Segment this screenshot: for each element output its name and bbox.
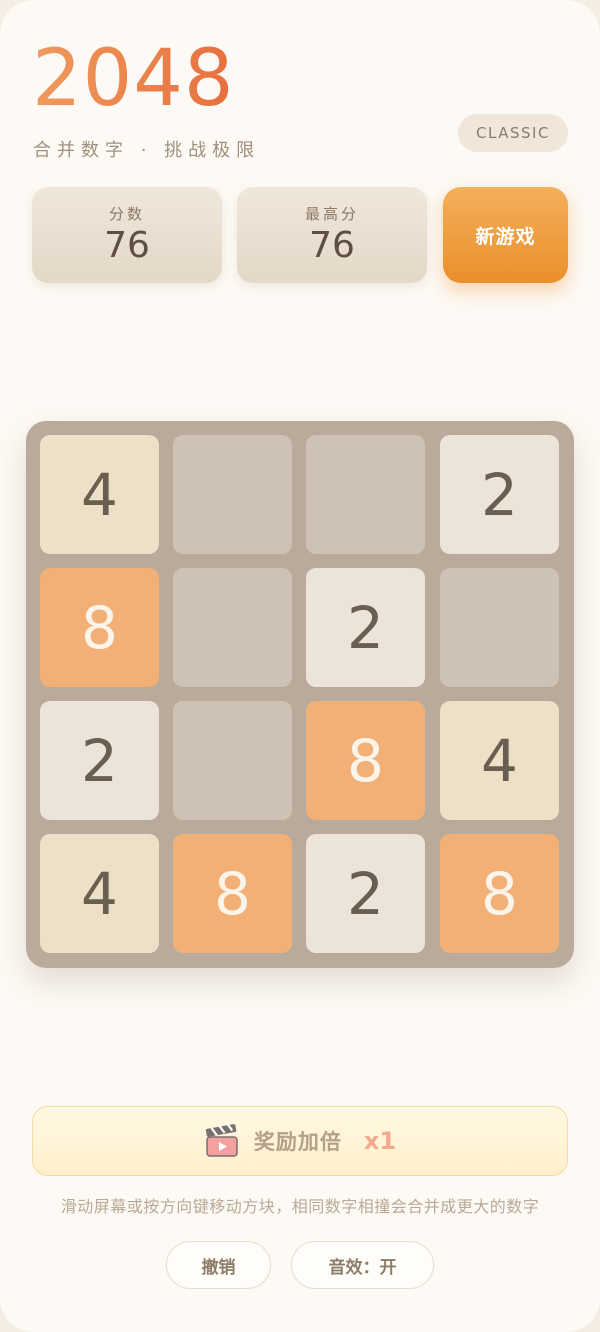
best-score-value: 76 bbox=[309, 225, 355, 266]
game-board[interactable]: 4 2 8 2 2 8 4 4 8 2 8 bbox=[26, 421, 574, 968]
reward-double-button[interactable]: 奖励加倍 x1 bbox=[32, 1106, 568, 1176]
board-cell-0-0: 4 bbox=[40, 435, 159, 554]
instructions-text: 滑动屏幕或按方向键移动方块，相同数字相撞会合并成更大的数字 bbox=[60, 1197, 540, 1216]
score-value: 76 bbox=[104, 225, 150, 266]
board-cell-1-1 bbox=[173, 568, 292, 687]
reward-multiplier: x1 bbox=[363, 1127, 397, 1155]
reward-label: 奖励加倍 bbox=[253, 1130, 342, 1154]
board-cell-0-2 bbox=[306, 435, 425, 554]
board-cell-2-0: 2 bbox=[40, 701, 159, 820]
board-cell-0-3: 2 bbox=[440, 435, 559, 554]
game-app: 2048 合并数字 · 挑战极限 CLASSIC 分数 76 最高分 76 新游… bbox=[0, 0, 600, 1332]
board-cell-2-1 bbox=[173, 701, 292, 820]
best-score-box: 最高分 76 bbox=[237, 187, 427, 283]
board-cell-3-1: 8 bbox=[173, 834, 292, 953]
board-cell-2-3: 4 bbox=[440, 701, 559, 820]
game-subtitle: 合并数字 · 挑战极限 bbox=[33, 140, 261, 161]
board-cell-1-0: 8 bbox=[40, 568, 159, 687]
board-cell-1-3 bbox=[440, 568, 559, 687]
mode-badge[interactable]: CLASSIC bbox=[458, 114, 568, 152]
sound-toggle-button[interactable]: 音效：开 bbox=[291, 1241, 434, 1289]
undo-button[interactable]: 撤销 bbox=[166, 1241, 271, 1289]
game-title: 2048 bbox=[32, 34, 235, 124]
board-cell-3-3: 8 bbox=[440, 834, 559, 953]
board-cell-1-2: 2 bbox=[306, 568, 425, 687]
new-game-button[interactable]: 新游戏 bbox=[443, 187, 568, 283]
best-score-label: 最高分 bbox=[304, 205, 359, 223]
clapperboard-icon bbox=[205, 1123, 238, 1157]
score-box: 分数 76 bbox=[32, 187, 222, 283]
board-cell-3-2: 2 bbox=[306, 834, 425, 953]
board-cell-0-1 bbox=[173, 435, 292, 554]
board-cell-2-2: 8 bbox=[306, 701, 425, 820]
score-label: 分数 bbox=[108, 205, 145, 223]
board-cell-3-0: 4 bbox=[40, 834, 159, 953]
